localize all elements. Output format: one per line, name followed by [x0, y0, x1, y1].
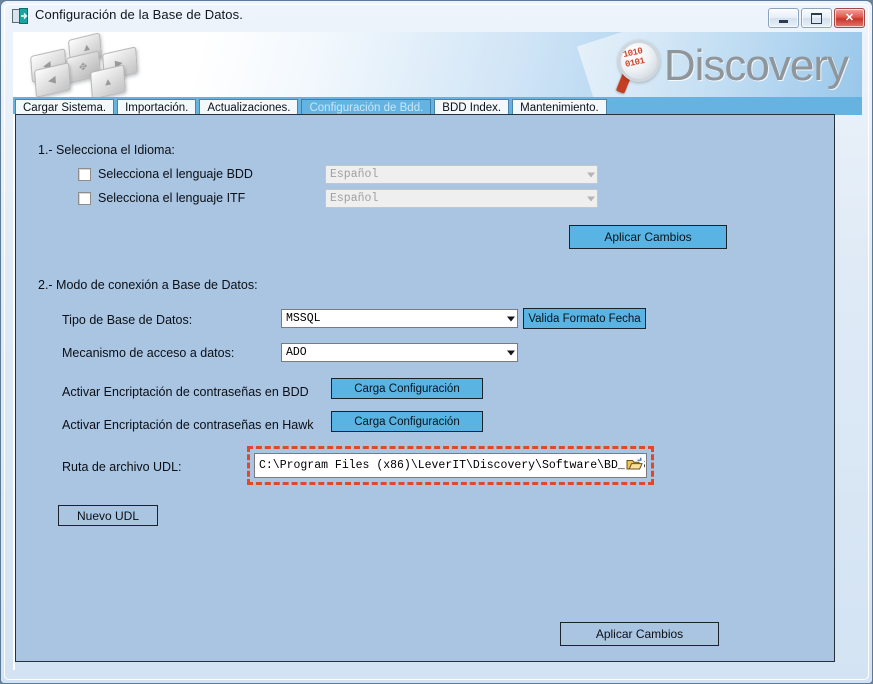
discovery-logo: 1010 0101 Discovery: [612, 38, 849, 94]
apply-changes-connection-button[interactable]: Aplicar Cambios: [560, 622, 719, 646]
chevron-down-icon: [587, 172, 595, 177]
tab-content-panel: 1.- Selecciona el Idioma: Selecciona el …: [15, 114, 835, 662]
magnifier-icon: 1010 0101: [612, 38, 668, 94]
application-window: Configuración de la Base de Datos. ✕ ▲ ◀…: [0, 0, 873, 684]
window-controls: ✕: [768, 8, 865, 28]
combo-db-type-value: MSSQL: [286, 312, 321, 325]
combo-access-mechanism[interactable]: ADO: [281, 343, 518, 362]
keyboard-keys-image: ▲ ◀ ▶ ✥ ◀ ▲: [25, 32, 155, 97]
checkbox-lenguaje-bdd[interactable]: [78, 168, 91, 181]
folder-open-icon[interactable]: [625, 456, 644, 472]
udl-path-value: C:\Program Files (x86)\LeverIT\Discovery…: [259, 459, 646, 472]
header-banner: ▲ ◀ ▶ ✥ ◀ ▲ 1010 0101 Discovery: [13, 32, 862, 97]
title-bar: Configuración de la Base de Datos. ✕: [1, 1, 872, 31]
encrypt-hawk-label: Activar Encriptación de contraseñas en H…: [62, 418, 314, 432]
close-button[interactable]: ✕: [834, 8, 865, 28]
checkbox-lenguaje-itf[interactable]: [78, 192, 91, 205]
combo-access-mechanism-value: ADO: [286, 346, 307, 359]
combo-lenguaje-bdd[interactable]: Español: [325, 165, 598, 184]
section-2-heading: 2.- Modo de conexión a Base de Datos:: [38, 278, 258, 292]
chevron-down-icon: [507, 316, 515, 321]
window-title: Configuración de la Base de Datos.: [35, 7, 243, 22]
load-config-hawk-button[interactable]: Carga Configuración: [331, 411, 483, 432]
app-window-icon: [12, 8, 29, 24]
combo-lenguaje-itf[interactable]: Español: [325, 189, 598, 208]
db-type-label: Tipo de Base de Datos:: [62, 313, 193, 327]
combo-lenguaje-bdd-value: Español: [330, 168, 379, 181]
validate-date-format-button[interactable]: Valida Formato Fecha: [523, 308, 646, 329]
checkbox-lenguaje-bdd-label: Selecciona el lenguaje BDD: [98, 167, 253, 181]
access-mechanism-label: Mecanismo de acceso a datos:: [62, 346, 235, 360]
checkbox-lenguaje-itf-label: Selecciona el lenguaje ITF: [98, 191, 246, 205]
chevron-down-icon: [587, 196, 595, 201]
new-udl-button[interactable]: Nuevo UDL: [58, 505, 158, 526]
close-icon: ✕: [844, 11, 855, 24]
combo-lenguaje-itf-value: Español: [330, 192, 379, 205]
logo-wordmark: Discovery: [663, 41, 849, 90]
section-1-heading: 1.- Selecciona el Idioma:: [38, 143, 175, 157]
udl-path-field[interactable]: C:\Program Files (x86)\LeverIT\Discovery…: [254, 453, 647, 478]
maximize-icon: [802, 9, 831, 27]
minimize-icon: [769, 9, 798, 27]
combo-db-type[interactable]: MSSQL: [281, 309, 518, 328]
udl-path-label: Ruta de archivo UDL:: [62, 460, 182, 474]
load-config-bdd-button[interactable]: Carga Configuración: [331, 378, 483, 399]
minimize-button[interactable]: [768, 8, 799, 28]
chevron-down-icon: [507, 350, 515, 355]
encrypt-bdd-label: Activar Encriptación de contraseñas en B…: [62, 385, 309, 399]
maximize-button[interactable]: [801, 8, 832, 28]
apply-changes-language-button[interactable]: Aplicar Cambios: [569, 225, 727, 249]
